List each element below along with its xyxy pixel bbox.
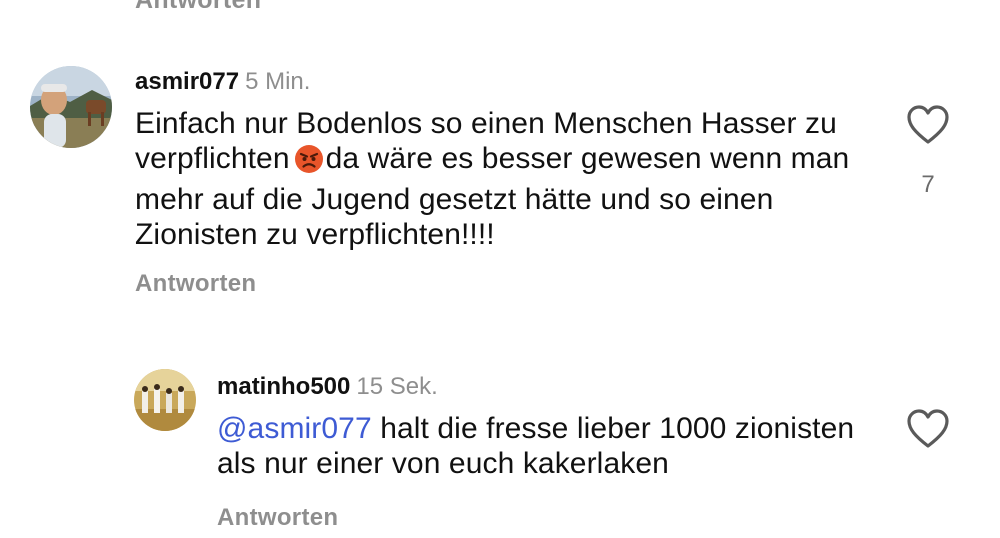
timestamp: 5 Min. [245,68,311,95]
avatar[interactable] [134,369,196,431]
reply-comment-item: matinho500 15 Sek. @asmir077 halt die fre… [0,300,1000,538]
username[interactable]: matinho500 [217,373,350,400]
reply-button[interactable]: Antworten [135,270,256,298]
comments-section: Antworten asmir077 5 Min. Einfach nur Bod… [0,0,1000,538]
like-button[interactable] [906,104,950,146]
heart-icon [907,105,949,144]
comment-meta: asmir077 5 Min. [135,68,310,96]
angry-face-emoji-icon [294,144,324,182]
like-button[interactable] [906,408,950,450]
username[interactable]: asmir077 [135,68,239,95]
timestamp: 15 Sek. [356,373,438,400]
comment-meta: matinho500 15 Sek. [217,373,438,401]
comment-text: Einfach nur Bodenlos so einen Menschen H… [135,106,875,252]
comment-item: asmir077 5 Min. Einfach nur Bodenlos so e… [0,0,1000,300]
comment-text: @asmir077 halt die fresse lieber 1000 zi… [217,411,857,481]
heart-icon [907,409,949,448]
reply-button[interactable]: Antworten [217,504,338,532]
like-count[interactable]: 7 [913,171,943,199]
avatar[interactable] [30,66,112,148]
mention-link[interactable]: @asmir077 [217,412,372,445]
